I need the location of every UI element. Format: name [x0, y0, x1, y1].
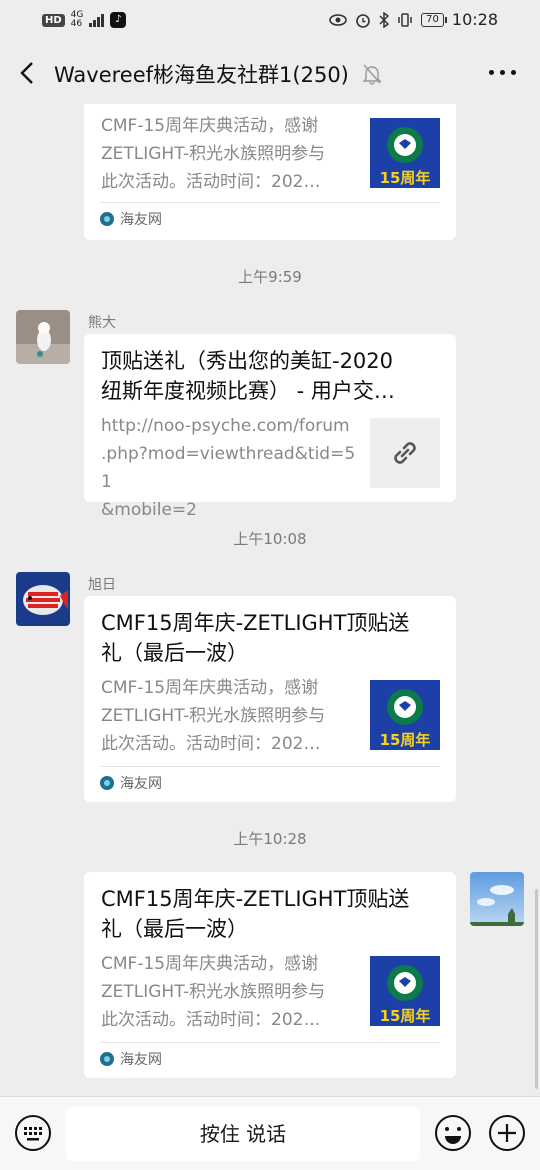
card-separator — [100, 1042, 440, 1043]
message-card[interactable]: CMF15周年庆-ZETLIGHT顶贴送 礼（最后一波） CMF-15周年庆典活… — [84, 872, 456, 1078]
signal-icon — [89, 13, 105, 27]
input-bar: 按住 说话 — [0, 1096, 540, 1170]
source-label: 海友网 — [120, 776, 162, 792]
cmf-thumbnail-image: 15周年 — [370, 680, 440, 750]
sender-name: 旭日 — [88, 577, 116, 593]
svg-text:15周年: 15周年 — [380, 1007, 431, 1025]
status-right: 70 10:28 — [329, 10, 498, 29]
source-label: 海友网 — [120, 1052, 162, 1068]
svg-text:15周年: 15周年 — [380, 731, 431, 749]
haiyou-source-icon — [100, 1052, 114, 1066]
avatar-xuri[interactable] — [16, 572, 70, 626]
title-bar: Wavereef彬海鱼友社群1(250) — [0, 44, 540, 104]
timestamp: 上午10:28 — [233, 830, 307, 848]
eye-icon — [329, 13, 347, 26]
status-bar: HD 4G 46 ♪ 70 10:28 — [0, 0, 540, 40]
timestamp: 上午9:59 — [238, 268, 302, 286]
card-source: 海友网 — [100, 1049, 162, 1069]
emoji-icon[interactable] — [434, 1114, 472, 1152]
avatar-self[interactable] — [470, 872, 524, 926]
cmf-thumbnail-image: 15周年 — [370, 118, 440, 188]
sender-name: 熊大 — [88, 315, 116, 331]
card-source: 海友网 — [100, 773, 162, 793]
status-left: HD 4G 46 ♪ — [42, 10, 127, 29]
battery-icon: 70 — [421, 12, 447, 27]
back-arrow-icon[interactable] — [14, 58, 42, 88]
mute-bell-icon — [362, 64, 382, 85]
bluetooth-icon — [379, 11, 390, 28]
card-separator — [100, 202, 440, 203]
timestamp: 上午10:08 — [233, 530, 307, 548]
card-title: 顶贴送礼（秀出您的美缸-2020 纽斯年度视频比赛） - 用户交… — [101, 349, 395, 403]
link-thumbnail — [370, 418, 440, 488]
haiyou-source-icon — [100, 212, 114, 226]
hold-to-talk-button[interactable]: 按住 说话 — [66, 1107, 420, 1161]
more-options-icon[interactable] — [489, 70, 516, 75]
hd-badge: HD — [42, 13, 65, 27]
clock: 10:28 — [451, 10, 498, 29]
svg-text:15周年: 15周年 — [380, 169, 431, 187]
tiktok-icon: ♪ — [110, 12, 127, 28]
card-description: CMF-15周年庆典活动，感谢 ZETLIGHT-积光水族照明参与 此次活动。活… — [101, 678, 326, 754]
network-label: 4G 46 — [70, 10, 84, 29]
chat-title: Wavereef彬海鱼友社群1(250) — [54, 63, 349, 87]
haiyou-source-icon — [100, 776, 114, 790]
message-card[interactable]: CMF-15周年庆典活动，感谢 ZETLIGHT-积光水族照明参与 此次活动。活… — [84, 104, 456, 240]
link-icon — [394, 442, 416, 464]
card-url: http://noo-psyche.com/forum .php?mod=vie… — [101, 416, 356, 520]
card-title: CMF15周年庆-ZETLIGHT顶贴送 礼（最后一波） — [101, 887, 410, 941]
card-title: CMF15周年庆-ZETLIGHT顶贴送 礼（最后一波） — [101, 611, 410, 665]
more-functions-plus-icon[interactable] — [488, 1114, 526, 1152]
source-label: 海友网 — [120, 212, 162, 228]
card-separator — [100, 766, 440, 767]
vibrate-icon — [398, 12, 412, 27]
message-card[interactable]: 顶贴送礼（秀出您的美缸-2020 纽斯年度视频比赛） - 用户交… http:/… — [84, 334, 456, 520]
card-source: 海友网 — [100, 209, 162, 229]
avatar-xiongda[interactable] — [16, 310, 70, 364]
alarm-icon — [356, 13, 370, 28]
card-description: CMF-15周年庆典活动，感谢 ZETLIGHT-积光水族照明参与 此次活动。活… — [101, 954, 326, 1030]
message-card[interactable]: CMF15周年庆-ZETLIGHT顶贴送 礼（最后一波） CMF-15周年庆典活… — [84, 596, 456, 802]
scroll-indicator[interactable] — [535, 889, 538, 1089]
chat-messages[interactable]: CMF-15周年庆典活动，感谢 ZETLIGHT-积光水族照明参与 此次活动。活… — [0, 104, 540, 1094]
cmf-thumbnail-image: 15周年 — [370, 956, 440, 1026]
card-description: CMF-15周年庆典活动，感谢 ZETLIGHT-积光水族照明参与 此次活动。活… — [101, 116, 326, 192]
voice-keyboard-toggle-icon[interactable] — [14, 1114, 52, 1152]
